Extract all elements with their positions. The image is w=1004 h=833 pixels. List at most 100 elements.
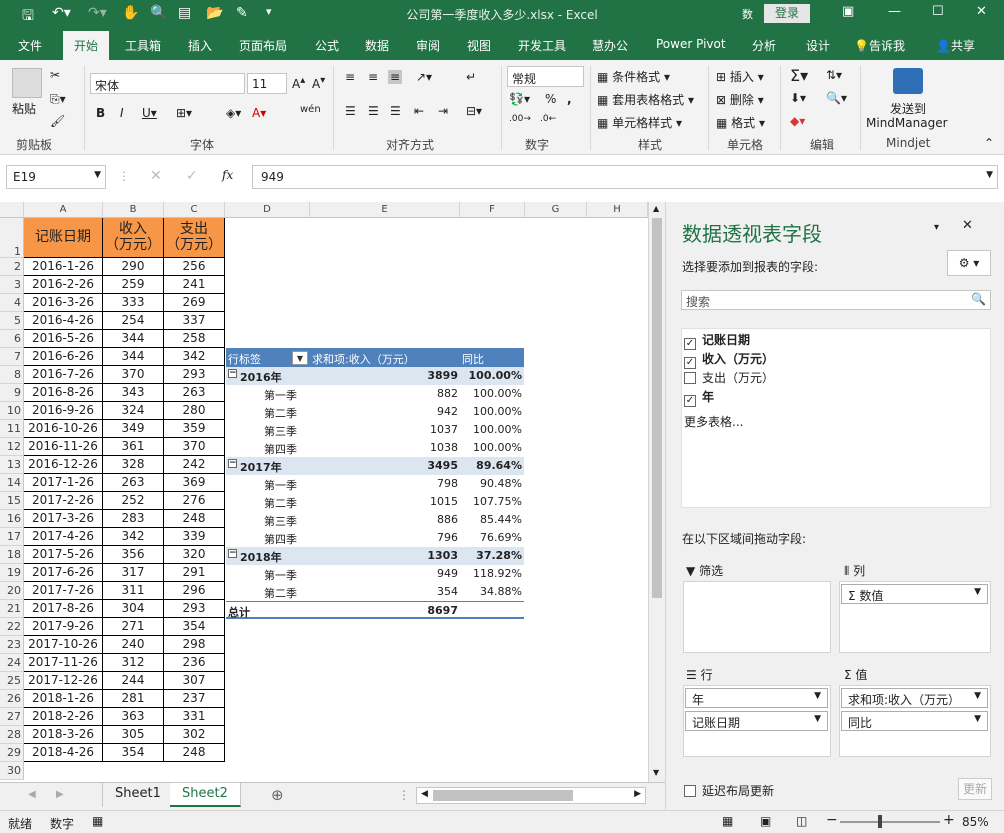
pivot-row[interactable]: 第二季 1015 107.75%: [226, 493, 524, 511]
row-header[interactable]: 12: [0, 438, 24, 456]
column-header[interactable]: C: [164, 202, 225, 218]
tab-file[interactable]: 文件: [18, 37, 42, 54]
tab-analyze[interactable]: 分析: [752, 37, 776, 54]
chevron-down-icon[interactable]: ▼: [814, 691, 821, 701]
expense-cell[interactable]: 258: [164, 330, 225, 348]
date-cell[interactable]: 2016-12-26: [24, 456, 103, 474]
pivot-row[interactable]: −2017年 3495 89.64%: [226, 457, 524, 475]
date-cell[interactable]: 2017-12-26: [24, 672, 103, 690]
field-checkbox-item[interactable]: 支出（万元）: [684, 369, 774, 386]
prev-sheet-icon[interactable]: ◀: [28, 789, 36, 800]
tab-review[interactable]: 审阅: [416, 37, 440, 54]
name-box-dropdown-icon[interactable]: ▼: [94, 170, 101, 180]
expense-cell[interactable]: 307: [164, 672, 225, 690]
tab-insert[interactable]: 插入: [188, 37, 212, 54]
date-cell[interactable]: 2016-10-26: [24, 420, 103, 438]
date-cell[interactable]: 2016-5-26: [24, 330, 103, 348]
date-cell[interactable]: 2016-8-26: [24, 384, 103, 402]
borders-icon[interactable]: ⊞▾: [176, 106, 192, 120]
cut-icon[interactable]: ✂: [50, 68, 60, 82]
row-header[interactable]: 15: [0, 492, 24, 510]
increase-decimal-icon[interactable]: .00→: [509, 114, 531, 124]
tab-developer[interactable]: 开发工具: [518, 37, 566, 54]
field-checkbox-item[interactable]: ✓ 年: [684, 388, 714, 407]
format-painter-icon[interactable]: 🖌: [50, 114, 65, 128]
expense-cell[interactable]: 237: [164, 690, 225, 708]
fill-color-icon[interactable]: ◈▾: [226, 106, 241, 120]
date-cell[interactable]: 2016-9-26: [24, 402, 103, 420]
scroll-left-icon[interactable]: ◀: [421, 789, 428, 799]
enter-icon[interactable]: ✓: [186, 168, 198, 184]
date-cell[interactable]: 2016-1-26: [24, 258, 103, 276]
font-color-icon[interactable]: A▾: [252, 106, 266, 120]
zoom-in-icon[interactable]: +: [943, 812, 955, 828]
row-header[interactable]: 29: [0, 744, 24, 762]
bottom-align-icon[interactable]: ≡: [388, 70, 403, 84]
date-cell[interactable]: 2016-4-26: [24, 312, 103, 330]
value-field-sum-income[interactable]: 求和项:收入（万元） ▼: [841, 688, 988, 708]
column-header[interactable]: D: [225, 202, 310, 218]
column-field-values[interactable]: Σ 数值 ▼: [841, 584, 988, 604]
maximize-icon[interactable]: ☐: [932, 4, 944, 19]
tab-view[interactable]: 视图: [467, 37, 491, 54]
income-cell[interactable]: 283: [103, 510, 164, 528]
ribbon-options-icon[interactable]: ▣: [842, 4, 854, 19]
value-field-yoy[interactable]: 同比 ▼: [841, 711, 988, 731]
horizontal-scrollbar[interactable]: ◀ ▶: [416, 787, 646, 804]
cancel-icon[interactable]: ✕: [150, 168, 162, 184]
row-header[interactable]: 28: [0, 726, 24, 744]
collapse-icon[interactable]: −: [228, 459, 237, 468]
expense-cell[interactable]: 293: [164, 600, 225, 618]
decrease-decimal-icon[interactable]: .0←: [540, 114, 556, 124]
column-header[interactable]: F: [460, 202, 525, 218]
wrap-text-icon[interactable]: ↵: [466, 70, 476, 84]
mindmanager-label[interactable]: MindManager: [866, 116, 948, 130]
row-header[interactable]: 13: [0, 456, 24, 474]
expense-cell[interactable]: 370: [164, 438, 225, 456]
pivot-row[interactable]: 第一季 949 118.92%: [226, 565, 524, 583]
date-cell[interactable]: 2017-8-26: [24, 600, 103, 618]
defer-layout-checkbox[interactable]: 延迟布局更新: [684, 782, 774, 799]
row-header[interactable]: 10: [0, 402, 24, 420]
expense-cell[interactable]: 337: [164, 312, 225, 330]
income-cell[interactable]: 271: [103, 618, 164, 636]
date-cell[interactable]: 2017-9-26: [24, 618, 103, 636]
tell-me[interactable]: 💡告诉我: [854, 37, 905, 54]
insert-cells-button[interactable]: ⊞ 插入 ▾: [716, 68, 764, 85]
expense-cell[interactable]: 263: [164, 384, 225, 402]
expense-cell[interactable]: 236: [164, 654, 225, 672]
tab-power-pivot[interactable]: Power Pivot: [656, 37, 726, 51]
font-size-select[interactable]: 11: [247, 73, 287, 94]
minimize-icon[interactable]: —: [888, 4, 901, 19]
comma-style-icon[interactable]: ,: [567, 92, 572, 106]
page-break-view-icon[interactable]: ◫: [796, 814, 807, 828]
zoom-slider[interactable]: [840, 821, 940, 823]
row-header[interactable]: 7: [0, 348, 24, 366]
expense-cell[interactable]: 296: [164, 582, 225, 600]
income-cell[interactable]: 349: [103, 420, 164, 438]
shrink-font-icon[interactable]: A▾: [312, 75, 325, 91]
worksheet-grid[interactable]: A B C D E F G H 1 2 3 4 5 6 7 8 9 10 11 12 13 14 15 16 1…: [0, 202, 648, 782]
income-cell[interactable]: 304: [103, 600, 164, 618]
row-header[interactable]: 4: [0, 294, 24, 312]
date-cell[interactable]: 2017-6-26: [24, 564, 103, 582]
income-cell[interactable]: 252: [103, 492, 164, 510]
font-name-select[interactable]: 宋体: [90, 73, 245, 94]
date-cell[interactable]: 2017-3-26: [24, 510, 103, 528]
row-header[interactable]: 20: [0, 582, 24, 600]
chevron-down-icon[interactable]: ▼: [974, 714, 981, 724]
row-header[interactable]: 27: [0, 708, 24, 726]
header-cell-income[interactable]: 收入 （万元）: [103, 218, 164, 258]
zoom-slider-thumb[interactable]: [878, 815, 882, 828]
date-cell[interactable]: 2017-1-26: [24, 474, 103, 492]
pivot-filter-dropdown-icon[interactable]: ▼: [292, 351, 308, 365]
collapse-ribbon-icon[interactable]: ⌃: [984, 136, 994, 150]
income-cell[interactable]: 361: [103, 438, 164, 456]
expense-cell[interactable]: 269: [164, 294, 225, 312]
pivot-row-labels[interactable]: 行标签: [228, 351, 261, 367]
row-header[interactable]: 14: [0, 474, 24, 492]
format-cells-button[interactable]: ▦ 格式 ▾: [716, 114, 765, 131]
sheet-tab-sheet1[interactable]: Sheet1: [102, 783, 174, 807]
tab-home[interactable]: 开始: [63, 31, 110, 60]
expense-cell[interactable]: 354: [164, 618, 225, 636]
